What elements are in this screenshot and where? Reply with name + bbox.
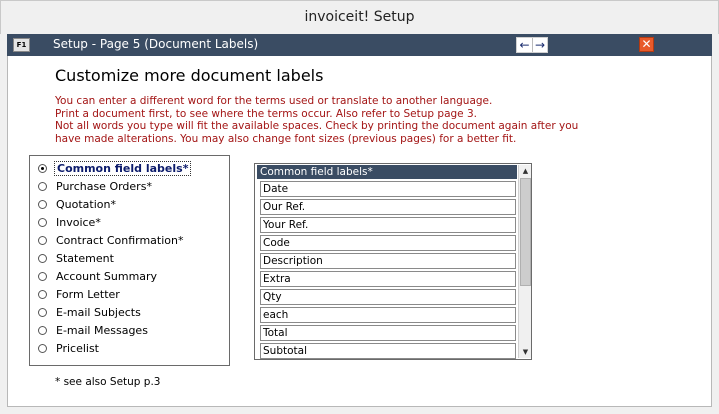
radio-button[interactable] — [38, 236, 47, 245]
radio-button[interactable] — [38, 290, 47, 299]
radio-button[interactable] — [38, 344, 47, 353]
arrow-left-icon[interactable]: ← — [517, 38, 532, 52]
window-titlebar: invoiceit! Setup — [0, 0, 719, 34]
labels-grid: Common field labels* Date Our Ref. Your … — [254, 163, 532, 360]
radio-label: E-mail Subjects — [56, 306, 141, 319]
setup-page-title: Setup - Page 5 (Document Labels) — [53, 37, 259, 51]
label-field-total[interactable]: Total — [260, 325, 516, 341]
radio-label: Statement — [56, 252, 114, 265]
instruction-line: You can enter a different word for the t… — [55, 95, 493, 107]
label-field-date[interactable]: Date — [260, 181, 516, 197]
window-title: invoiceit! Setup — [304, 9, 415, 25]
radio-label: Form Letter — [56, 288, 120, 301]
radio-label: E-mail Messages — [56, 324, 148, 337]
radio-label: Invoice* — [56, 216, 101, 229]
radio-button[interactable] — [38, 308, 47, 317]
arrow-right-icon[interactable]: → — [532, 38, 547, 52]
scroll-thumb[interactable] — [520, 178, 531, 286]
scroll-up-icon[interactable]: ▲ — [519, 165, 532, 177]
label-field-each[interactable]: each — [260, 307, 516, 323]
radio-button[interactable] — [38, 326, 47, 335]
label-field-subtotal[interactable]: Subtotal — [260, 343, 516, 359]
help-f1-button[interactable]: F1 — [13, 38, 30, 52]
footnote: * see also Setup p.3 — [55, 376, 161, 388]
radio-label: Purchase Orders* — [56, 180, 152, 193]
radio-label: Quotation* — [56, 198, 116, 211]
radio-label: Common field labels* — [54, 161, 192, 176]
radio-button[interactable] — [38, 200, 47, 209]
grid-scrollbar[interactable]: ▲ ▼ — [518, 165, 531, 358]
label-field-description[interactable]: Description — [260, 253, 516, 269]
label-category-list: Common field labels* Purchase Orders* Qu… — [29, 155, 230, 366]
radio-button[interactable] — [38, 182, 47, 191]
radio-button-selected[interactable] — [38, 164, 47, 173]
page-navigation: ← → — [516, 37, 548, 53]
radio-label: Account Summary — [56, 270, 158, 283]
label-field-extra[interactable]: Extra — [260, 271, 516, 287]
radio-label: Contract Confirmation* — [56, 234, 184, 247]
label-field-code[interactable]: Code — [260, 235, 516, 251]
grid-header: Common field labels* — [257, 165, 517, 179]
instructions-text: You can enter a different word for the t… — [55, 95, 615, 145]
instruction-line: Print a document first, to see where the… — [55, 107, 477, 120]
radio-button[interactable] — [38, 254, 47, 263]
label-field-qty[interactable]: Qty — [260, 289, 516, 305]
radio-button[interactable] — [38, 218, 47, 227]
instruction-line: have made alterations. You may also chan… — [55, 132, 517, 145]
page-heading: Customize more document labels — [55, 66, 324, 85]
radio-label: Pricelist — [56, 342, 99, 355]
scroll-down-icon[interactable]: ▼ — [519, 346, 532, 358]
instruction-line: Not all words you type will fit the avai… — [55, 120, 579, 132]
close-icon[interactable]: ✕ — [639, 37, 654, 52]
radio-button[interactable] — [38, 272, 47, 281]
setup-header-bar: F1 Setup - Page 5 (Document Labels) ← → … — [7, 34, 712, 56]
label-field-our-ref[interactable]: Our Ref. — [260, 199, 516, 215]
label-field-your-ref[interactable]: Your Ref. — [260, 217, 516, 233]
